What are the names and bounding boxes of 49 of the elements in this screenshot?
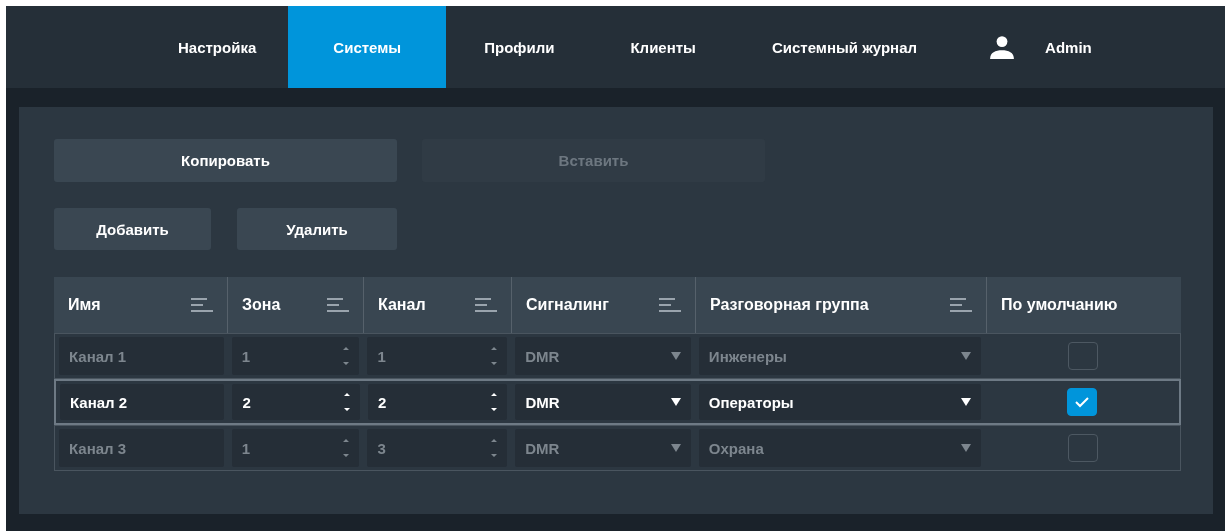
number-field[interactable]: 2 — [232, 384, 360, 420]
dropdown[interactable]: Инженеры — [698, 337, 982, 375]
caret-icon — [670, 444, 681, 452]
nav-tab[interactable]: Профили — [446, 6, 593, 88]
table-row[interactable]: Канал 2 2 2 DMR Операторы — [54, 379, 1181, 425]
nav-tab[interactable]: Настройка — [146, 6, 289, 88]
user-icon[interactable] — [989, 34, 1016, 60]
number-field[interactable]: 3 — [367, 429, 508, 467]
user-name[interactable]: Admin — [1045, 38, 1092, 56]
column-title: Зона — [242, 296, 281, 314]
filter-icon[interactable] — [950, 298, 972, 312]
column-title: Канал — [378, 296, 426, 314]
spinner-icon[interactable] — [343, 392, 350, 412]
number-field[interactable]: 2 — [367, 384, 508, 420]
filter-icon[interactable] — [327, 298, 349, 312]
checkbox[interactable] — [1067, 434, 1098, 462]
name-field[interactable]: Канал 3 — [59, 429, 224, 467]
caret-icon — [961, 444, 972, 452]
checkbox[interactable] — [1066, 388, 1097, 416]
caret-icon — [670, 398, 681, 406]
nav-tab[interactable]: Клиенты — [592, 6, 734, 88]
column-title: Разговорная группа — [710, 296, 869, 314]
number-field[interactable]: 1 — [231, 429, 360, 467]
spinner-icon[interactable] — [491, 392, 498, 412]
column-title: Имя — [68, 296, 101, 314]
dropdown[interactable]: DMR — [515, 337, 691, 375]
caret-icon — [961, 352, 972, 360]
filter-icon[interactable] — [475, 298, 497, 312]
name-field[interactable]: Канал 2 — [60, 384, 225, 420]
table-row[interactable]: Канал 3 1 3 DMR Охрана — [54, 425, 1181, 471]
table-row[interactable]: Канал 1 1 1 DMR Инженеры — [54, 333, 1181, 379]
dropdown[interactable]: Охрана — [698, 429, 982, 467]
action-button[interactable]: Удалить — [237, 208, 397, 250]
number-field[interactable]: 1 — [231, 337, 360, 375]
checkbox[interactable] — [1067, 342, 1098, 370]
nav-tab[interactable]: Системный журнал — [733, 6, 950, 88]
action-button[interactable]: Копировать — [54, 139, 397, 182]
caret-icon — [670, 352, 681, 360]
dropdown[interactable]: DMR — [515, 429, 691, 467]
column-title: Сигналинг — [526, 296, 609, 314]
dropdown[interactable]: Операторы — [698, 384, 981, 420]
caret-icon — [960, 398, 971, 406]
filter-icon[interactable] — [659, 298, 681, 312]
dropdown[interactable]: DMR — [515, 384, 691, 420]
column-title: По умолчанию — [1001, 296, 1118, 314]
name-field[interactable]: Канал 1 — [59, 337, 224, 375]
filter-icon[interactable] — [191, 298, 213, 312]
action-button[interactable]: Добавить — [54, 208, 211, 250]
number-field[interactable]: 1 — [367, 337, 508, 375]
